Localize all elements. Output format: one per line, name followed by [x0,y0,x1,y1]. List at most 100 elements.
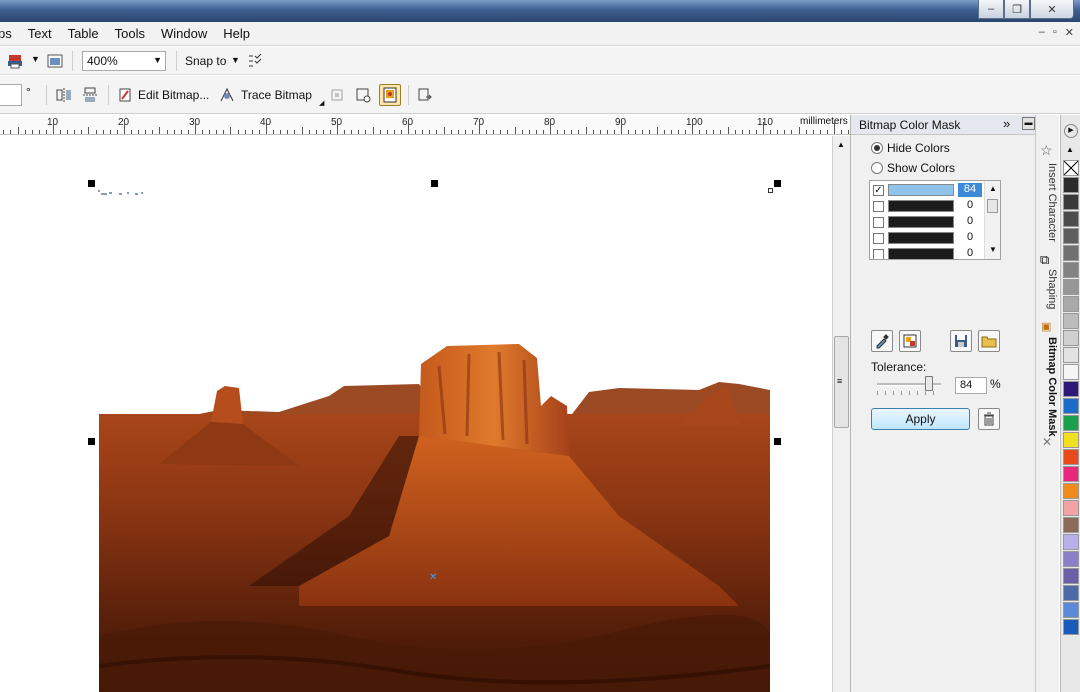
palette-color-swatch[interactable] [1063,279,1079,295]
trace-bitmap-button[interactable]: Trace Bitmap [241,88,312,102]
doc-close-button[interactable]: ✕ [1065,26,1074,39]
palette-color-swatch[interactable] [1063,585,1079,601]
color-list-row[interactable]: 0 [870,214,984,230]
palette-color-swatch[interactable] [1063,619,1079,635]
tab-shaping[interactable]: Shaping [1038,269,1058,309]
color-selector-button[interactable] [871,330,893,352]
color-row-checkbox[interactable] [873,233,884,244]
selection-handle-top-center[interactable] [431,180,438,187]
horizontal-ruler[interactable]: millimeters 102030405060708090100110 [0,115,850,135]
palette-color-swatch[interactable] [1063,245,1079,261]
palette-color-swatch[interactable] [1063,415,1079,431]
snap-dropdown-arrow-icon[interactable]: ▼ [231,55,240,65]
doc-minimize-button[interactable]: – [1039,26,1045,39]
apply-button[interactable]: Apply [871,408,970,430]
color-list-row[interactable]: 0 [870,230,984,246]
expand-docker-icon[interactable]: » [1003,116,1010,131]
color-list-row[interactable]: 0 [870,198,984,214]
menu-window[interactable]: Window [153,26,215,41]
palette-color-swatch[interactable] [1063,398,1079,414]
palette-color-swatch[interactable] [1063,211,1079,227]
full-screen-preview-icon[interactable] [46,52,64,70]
color-swatch[interactable] [888,200,954,212]
rotation-anchor[interactable] [768,188,773,193]
snap-to-button[interactable]: Snap to [185,54,226,68]
menu-text[interactable]: Text [20,26,60,41]
hide-colors-radio[interactable] [871,142,883,154]
palette-color-swatch[interactable] [1063,534,1079,550]
bitmap-color-mask-icon[interactable] [379,84,401,106]
color-list-row[interactable]: ✓ 84 [870,182,984,198]
vertical-scrollbar[interactable]: ▲ ≡ [832,136,850,692]
palette-scroll-right-icon[interactable]: ▶ [1064,124,1078,138]
selection-handle-top-right[interactable] [774,180,781,187]
palette-color-swatch[interactable] [1063,602,1079,618]
color-row-checkbox[interactable]: ✓ [873,185,884,196]
menu-help[interactable]: Help [215,26,258,41]
menu-apps[interactable]: ps [0,26,20,41]
color-swatch[interactable] [888,248,954,259]
color-list-scrollbar[interactable]: ▲ ▼ [984,181,1000,259]
open-mask-button[interactable] [978,330,1000,352]
mirror-horizontal-icon[interactable] [55,86,73,104]
palette-scroll-up-icon[interactable]: ▲ [1066,145,1074,154]
trace-dropdown-arrow-icon[interactable]: ◢ [319,99,324,107]
palette-color-swatch[interactable] [1063,381,1079,397]
color-list-row[interactable]: 0 [870,246,984,259]
zoom-level-select[interactable]: 400% ▼ [82,51,166,71]
color-row-checkbox[interactable] [873,249,884,259]
tab-bitmap-color-mask[interactable]: Bitmap Color Mask [1038,337,1058,437]
doc-restore-button[interactable]: ▫ [1053,26,1057,39]
palette-color-swatch[interactable] [1063,177,1079,193]
palette-color-swatch[interactable] [1063,432,1079,448]
palette-color-swatch[interactable] [1063,517,1079,533]
mask-color-list[interactable]: ✓ 84 0 0 0 0 ▲ ▼ [869,180,1001,260]
remove-color-button[interactable] [978,408,1000,430]
scroll-up-icon[interactable]: ▲ [989,184,997,193]
snap-options-icon[interactable] [246,52,264,70]
color-swatch[interactable] [888,232,954,244]
show-colors-radio[interactable] [871,162,883,174]
print-dropdown-arrow-icon[interactable]: ▼ [31,54,40,64]
palette-color-swatch[interactable] [1063,194,1079,210]
menu-table[interactable]: Table [60,26,107,41]
palette-color-swatch[interactable] [1063,262,1079,278]
palette-color-swatch[interactable] [1063,228,1079,244]
palette-color-swatch[interactable] [1063,330,1079,346]
scroll-down-icon[interactable]: ▼ [989,245,997,254]
mirror-vertical-icon[interactable] [81,86,99,104]
palette-color-swatch[interactable] [1063,483,1079,499]
no-color-swatch[interactable] [1063,160,1079,176]
palette-color-swatch[interactable] [1063,551,1079,567]
edit-bitmap-button[interactable]: Edit Bitmap... [138,88,209,102]
tab-insert-character[interactable]: Insert Character [1038,163,1058,242]
close-window-button[interactable]: ✕ [1030,0,1074,19]
palette-color-swatch[interactable] [1063,568,1079,584]
minimize-docker-icon[interactable]: ▬ [1022,117,1035,130]
minimize-button[interactable]: – [978,0,1004,19]
drawing-canvas[interactable]: ✕ [0,136,832,692]
color-row-checkbox[interactable] [873,201,884,212]
selection-handle-top-left[interactable] [88,180,95,187]
color-swatch[interactable] [888,184,954,196]
palette-color-swatch[interactable] [1063,449,1079,465]
show-colors-option[interactable]: Show Colors [871,161,955,175]
print-icon[interactable] [6,52,24,70]
restore-button[interactable]: ❐ [1004,0,1030,19]
edit-bitmap-icon[interactable] [116,86,134,104]
hide-colors-option[interactable]: Hide Colors [871,141,950,155]
resample-icon[interactable] [354,86,372,104]
close-tab-icon[interactable]: ✕ [1042,435,1052,449]
palette-color-swatch[interactable] [1063,296,1079,312]
save-mask-button[interactable] [950,330,972,352]
selection-handle-middle-left[interactable] [88,438,95,445]
tolerance-input[interactable]: 84 [955,377,987,394]
color-swatch[interactable] [888,216,954,228]
rotation-angle-input[interactable] [0,84,22,106]
palette-color-swatch[interactable] [1063,500,1079,516]
tolerance-slider-thumb[interactable] [925,376,933,391]
scroll-up-icon[interactable]: ▲ [837,140,845,149]
edit-color-button[interactable] [899,330,921,352]
palette-color-swatch[interactable] [1063,364,1079,380]
palette-color-swatch[interactable] [1063,347,1079,363]
